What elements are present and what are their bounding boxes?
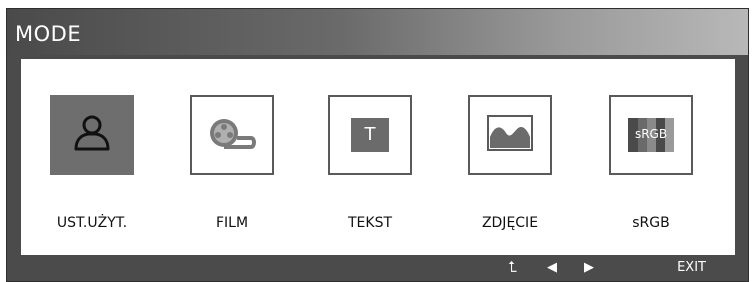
bottom-nav-bar: ⮤ ◀ ▶ EXIT [7,254,748,281]
window-title: MODE [15,22,82,46]
mode-option-photo[interactable] [468,95,552,175]
mode-tile [50,95,134,175]
up-arrow-icon[interactable]: ⮤ [508,258,517,276]
mode-label-photo: ZDJĘCIE [481,215,539,231]
mode-label-srgb: sRGB [632,215,670,231]
mode-tile [190,95,274,175]
mode-option-srgb[interactable]: sRGB [609,95,693,175]
text-icon: T [351,118,389,152]
right-arrow-icon[interactable]: ▶ [584,260,594,275]
mode-tile [468,95,552,175]
mode-label-film: FILM [215,215,249,231]
mode-label-text: TEKST [347,215,393,231]
mode-option-film[interactable] [190,95,274,175]
srgb-icon-text: sRGB [634,127,668,141]
mode-panel: UST.UŻYT. FILM T TEKST ZDJĘCIE sRGB sRGB [21,59,735,255]
mode-option-user[interactable] [50,95,134,175]
title-bar: MODE [7,9,748,55]
photo-icon [487,115,533,155]
osd-window: MODE UST.UŻYT. FILM T TEKST ZDJĘCIE sRGB… [6,8,749,282]
exit-button[interactable]: EXIT [677,260,706,275]
text-icon-glyph: T [364,124,376,145]
left-arrow-icon[interactable]: ◀ [547,260,557,275]
mode-tile: sRGB [609,95,693,175]
mode-option-text[interactable]: T [328,95,412,175]
mode-label-user: UST.UŻYT. [56,215,128,231]
user-icon [70,113,114,157]
mode-tile: T [328,95,412,175]
srgb-icon: sRGB [628,118,674,152]
film-reel-icon [207,116,257,154]
